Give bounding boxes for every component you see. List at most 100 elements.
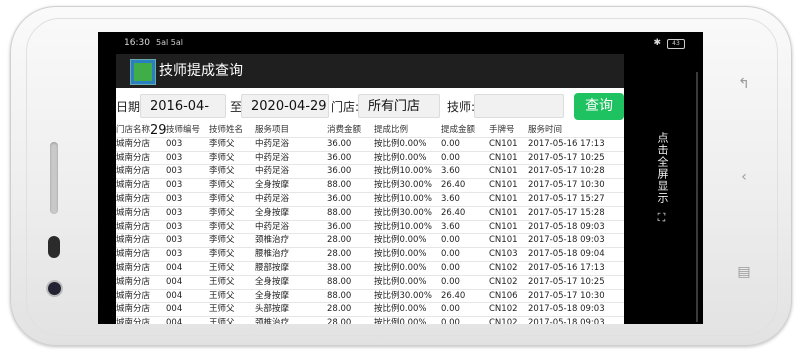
table-row[interactable]: 城南分店 003 李师父 中药足浴 36.00 按比例10.00% 3.60 CN101 201… <box>116 165 624 180</box>
status-time: 16:30 <box>124 38 150 48</box>
table-cell: 按比例10.00% <box>374 193 432 204</box>
table-cell: 按比例0.00% <box>374 152 427 163</box>
table-cell: 城南分店 <box>116 138 151 149</box>
table-row[interactable]: 城南分店 003 李师父 颈椎治疗 28.00 按比例0.00% 0.00 CN101 2017… <box>116 234 624 249</box>
expand-icon: ⛶ <box>656 212 669 225</box>
table-cell: CN101 <box>489 221 518 232</box>
table-cell: 2017-05-18 09:03 <box>528 318 605 324</box>
table-cell: 3.60 <box>441 193 460 204</box>
app-window: 技师提成查询 日期: 2016-04-29 至 2020-04-29 门店: 所… <box>116 54 624 324</box>
table-cell: 004 <box>166 318 183 324</box>
table-row[interactable]: 城南分店 003 李师父 腰椎治疗 28.00 按比例0.00% 0.00 CN103 2017… <box>116 248 624 262</box>
column-header: 技师姓名 <box>209 125 244 135</box>
table-cell: 按比例0.00% <box>374 138 427 149</box>
table-cell: 2017-05-16 17:13 <box>528 138 605 149</box>
table-row[interactable]: 城南分店 004 王师父 全身按摩 88.00 按比例30.00% 26.40 CN106 20… <box>116 290 624 304</box>
technician-field[interactable] <box>474 94 564 118</box>
page-title: 技师提成查询 <box>159 63 243 79</box>
table-cell: 王师父 <box>209 276 235 287</box>
store-select[interactable]: 所有门店 <box>358 94 440 118</box>
table-cell: 城南分店 <box>116 276 151 287</box>
table-cell: CN102 <box>489 304 518 315</box>
table-cell: 中药足浴 <box>255 193 290 204</box>
table-cell: 004 <box>166 276 183 287</box>
table-cell: 0.00 <box>441 304 460 315</box>
table-row[interactable]: 城南分店 004 王师父 全身按摩 88.00 按比例0.00% 0.00 CN102 2017… <box>116 276 624 290</box>
table-cell: CN101 <box>489 152 518 163</box>
table-cell: CN103 <box>489 249 518 260</box>
table-cell: 颈椎治疗 <box>255 235 290 246</box>
table-cell: 2017-05-17 15:27 <box>528 193 605 204</box>
date-to-field[interactable]: 2020-04-29 <box>241 94 329 118</box>
table-cell: 28.00 <box>327 235 352 246</box>
table-cell: 3.60 <box>441 166 460 177</box>
screen: 16:30 5al 5al ✱ 43 技师提成查询 日期: 2016-04-29… <box>98 32 703 324</box>
signal-icon: 5al 5al <box>156 38 183 47</box>
table-row[interactable]: 城南分店 004 王师父 腰部按摩 38.00 按比例0.00% 0.00 CN102 2017… <box>116 262 624 276</box>
app-bar: 技师提成查询 <box>116 54 624 88</box>
menu-icon[interactable]: ▤ <box>734 264 754 280</box>
table-cell: 李师父 <box>209 138 235 149</box>
store-label: 门店: <box>331 100 360 114</box>
date-from-field[interactable]: 2016-04-29 <box>140 94 226 138</box>
column-header: 门店名称 <box>116 125 151 135</box>
query-button[interactable]: 查询 <box>574 93 624 120</box>
table-cell: 88.00 <box>327 207 352 218</box>
table-cell: 004 <box>166 262 183 273</box>
table-row[interactable]: 城南分店 003 李师父 全身按摩 88.00 按比例30.00% 26.40 CN101 20… <box>116 179 624 193</box>
table-cell: 3.60 <box>441 221 460 232</box>
table-cell: 2017-05-17 10:25 <box>528 152 605 163</box>
table-row[interactable]: 城南分店 003 李师父 全身按摩 88.00 按比例30.00% 26.40 CN101 20… <box>116 207 624 221</box>
table-cell: 按比例0.00% <box>374 304 427 315</box>
table-cell: 0.00 <box>441 138 460 149</box>
table-cell: 王师父 <box>209 304 235 315</box>
table-row[interactable]: 城南分店 004 王师父 颈椎治疗 28.00 按比例0.00% 0.00 CN102 2017… <box>116 317 624 324</box>
table-cell: 全身按摩 <box>255 207 290 218</box>
table-cell: 003 <box>166 138 183 149</box>
table-cell: 003 <box>166 193 183 204</box>
table-cell: 按比例10.00% <box>374 166 432 177</box>
table-cell: 0.00 <box>441 276 460 287</box>
table-cell: 36.00 <box>327 221 352 232</box>
back-icon[interactable]: ↰ <box>734 76 754 92</box>
table-row[interactable]: 城南分店 003 李师父 中药足浴 36.00 按比例10.00% 3.60 CN101 201… <box>116 221 624 235</box>
table-cell: 城南分店 <box>116 304 151 315</box>
table-cell: 按比例0.00% <box>374 276 427 287</box>
table-cell: CN101 <box>489 193 518 204</box>
table-cell: 004 <box>166 304 183 315</box>
table-cell: 全身按摩 <box>255 290 290 301</box>
table-row[interactable]: 城南分店 004 王师父 头部按摩 28.00 按比例0.00% 0.00 CN102 2017… <box>116 303 624 318</box>
table-cell: CN106 <box>489 290 518 301</box>
table-cell: 城南分店 <box>116 152 151 163</box>
table-cell: CN102 <box>489 276 518 287</box>
table-cell: 王师父 <box>209 318 235 324</box>
table-cell: 2017-05-17 15:28 <box>528 207 605 218</box>
table-cell: 0.00 <box>441 152 460 163</box>
table-cell: 李师父 <box>209 221 235 232</box>
table-cell: 李师父 <box>209 193 235 204</box>
table-cell: 88.00 <box>327 276 352 287</box>
table-cell: 全身按摩 <box>255 180 290 191</box>
table-cell: 李师父 <box>209 207 235 218</box>
table-row[interactable]: 城南分店 003 李师父 中药足浴 36.00 按比例10.00% 3.60 CN101 201… <box>116 193 624 207</box>
table-cell: 颈椎治疗 <box>255 318 290 324</box>
scrollbar[interactable] <box>696 72 698 322</box>
table-row[interactable]: 城南分店 003 李师父 中药足浴 36.00 按比例0.00% 0.00 CN101 2017… <box>116 138 624 152</box>
table-cell: 28.00 <box>327 304 352 315</box>
table-cell: 26.40 <box>441 207 466 218</box>
table-cell: 中药足浴 <box>255 221 290 232</box>
table-cell: 0.00 <box>441 249 460 260</box>
table-row[interactable]: 城南分店 003 李师父 中药足浴 36.00 按比例0.00% 0.00 CN101 2017… <box>116 152 624 166</box>
column-header: 技师编号 <box>166 125 201 135</box>
table-cell: 城南分店 <box>116 235 151 246</box>
table-cell: 2017-05-18 09:03 <box>528 221 605 232</box>
filter-row: 日期: 2016-04-29 至 2020-04-29 门店: 所有门店 技师: <box>116 94 624 138</box>
table-cell: 36.00 <box>327 152 352 163</box>
home-icon[interactable]: ‹ <box>734 169 754 185</box>
bluetooth-icon: ✱ <box>653 38 661 48</box>
table-header-row: 门店名称 技师编号 技师姓名 服务项目 消费金额 提成比例 提成金额 手牌号 服务时间 <box>116 124 624 138</box>
table-cell: CN101 <box>489 235 518 246</box>
table-cell: 按比例30.00% <box>374 207 432 218</box>
column-header: 消费金额 <box>327 125 362 135</box>
fullscreen-button[interactable]: 点击全屏显示 ⛶ <box>630 132 670 242</box>
